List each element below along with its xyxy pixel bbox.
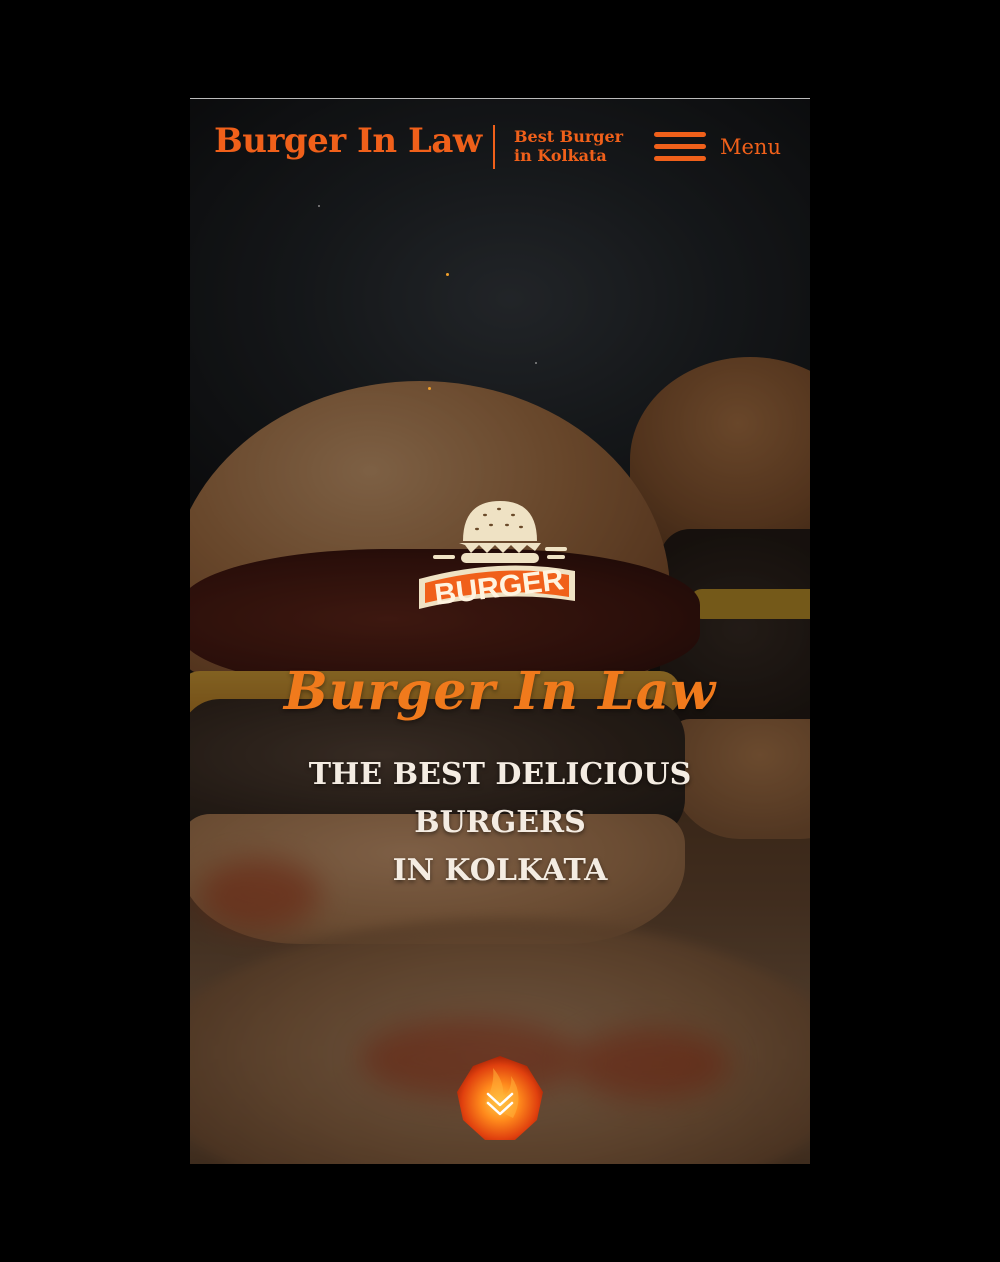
menu-label[interactable]: Menu <box>720 135 781 159</box>
burger-logo-icon: BURGER <box>419 501 575 612</box>
logo-badge-text: BURGER <box>433 563 566 612</box>
headline-line-2: IN KOLKATA <box>392 853 608 888</box>
scroll-down-button[interactable] <box>455 1054 545 1144</box>
headline-line-1: THE BEST DELICIOUS BURGERS <box>308 757 692 840</box>
tagline-line-2: in Kolkata <box>514 146 607 165</box>
site-header: Burger In Law Best Burger in Kolkata Men… <box>190 99 810 199</box>
mobile-viewport: Burger In Law Best Burger in Kolkata Men… <box>190 98 810 1164</box>
hero-script-title: Burger In Law <box>283 661 717 722</box>
hamburger-icon[interactable] <box>654 130 706 164</box>
tagline-line-1: Best Burger <box>514 127 624 146</box>
brand-divider <box>493 125 495 169</box>
menu-toggle-button[interactable]: Menu <box>654 127 794 167</box>
hero-background-photo <box>190 99 810 1164</box>
brand-tagline: Best Burger in Kolkata <box>514 127 634 165</box>
hero-headline: THE BEST DELICIOUS BURGERS IN KOLKATA <box>220 751 780 895</box>
brand-logo-text[interactable]: Burger In Law <box>214 121 482 161</box>
